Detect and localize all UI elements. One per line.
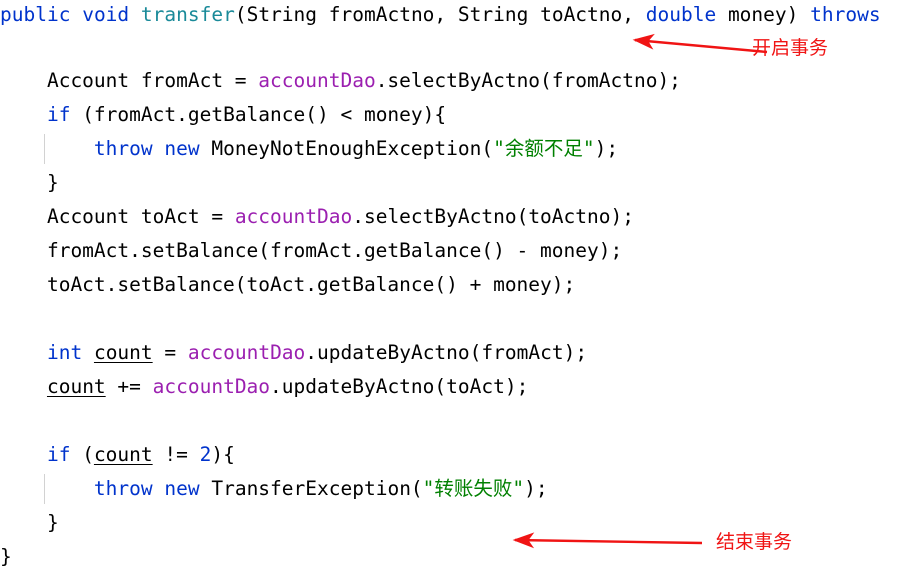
token-call-updatebyactno: .updateByActno(toAct);	[270, 375, 529, 398]
token-declaration-fromact: Account fromAct =	[0, 69, 259, 92]
token-call-selectbyactno: .selectByActno(fromActno);	[375, 69, 681, 92]
token-condition-balance: (fromAct.getBalance() < money){	[70, 103, 447, 126]
token-keyword-if: if	[46, 103, 71, 126]
token-field-accountdao: accountDao	[187, 341, 306, 364]
token-string-transfer-failed: "转账失败"	[422, 477, 525, 500]
token-parameter-list: (String fromActno, String toActno,	[234, 3, 646, 26]
token-exception-transfer: TransferException(	[199, 477, 423, 500]
token-keyword-double: double	[645, 3, 717, 26]
indent-guide-1	[44, 134, 45, 164]
code-editor-content[interactable]: public void transfer(String fromActno, S…	[0, 0, 905, 576]
code-line-5[interactable]: throw new MoneyNotEnoughException("余额不足"…	[0, 132, 905, 166]
token-assign: =	[152, 341, 188, 364]
token-not-equal: !=	[152, 443, 200, 466]
token-keyword-throw: throw	[93, 137, 153, 160]
token-statement-end: );	[524, 477, 548, 500]
token-local-variable-count: count	[93, 443, 153, 466]
end-transaction-arrow-icon	[512, 532, 703, 549]
token-keyword-new: new	[164, 137, 200, 160]
token-method-name-transfer: transfer	[140, 3, 235, 26]
token-keyword-int: int	[46, 341, 83, 364]
token-field-accountdao: accountDao	[234, 205, 353, 228]
code-line-1[interactable]: public void transfer(String fromActno, S…	[0, 0, 905, 30]
begin-transaction-label: 开启事务	[752, 37, 829, 59]
code-line-10-blank[interactable]	[0, 302, 905, 336]
token-string-insufficient-balance: "余额不足"	[493, 137, 595, 160]
code-line-7[interactable]: Account toAct = accountDao.selectByActno…	[0, 200, 905, 234]
token-keyword-new: new	[164, 477, 200, 500]
code-line-15[interactable]: throw new TransferException("转账失败");	[0, 472, 905, 506]
begin-transaction-arrow-icon	[632, 33, 768, 54]
token-space-2	[129, 3, 141, 26]
token-call-selectbyactno: .selectByActno(toActno);	[352, 205, 634, 228]
code-screenshot: public void transfer(String fromActno, S…	[0, 0, 905, 576]
token-statement-end: );	[594, 137, 619, 160]
token-plus-assign: +=	[105, 375, 153, 398]
token-keyword-void: void	[82, 3, 130, 26]
code-line-8[interactable]: fromAct.setBalance(fromAct.getBalance() …	[0, 234, 905, 268]
token-local-variable-count: count	[93, 341, 153, 364]
code-line-9[interactable]: toAct.setBalance(toAct.getBalance() + mo…	[0, 268, 905, 302]
token-keyword-throws: throws	[810, 3, 881, 26]
token-open-paren: (	[70, 443, 94, 466]
token-call-updatebyactno: .updateByActno(fromAct);	[305, 341, 588, 364]
token-declaration-toact: Account toAct =	[0, 205, 235, 228]
token-keyword-throw: throw	[93, 477, 153, 500]
token-number-two: 2	[199, 443, 212, 466]
code-line-4[interactable]: if (fromAct.getBalance() < money){	[0, 98, 905, 132]
token-field-accountdao: accountDao	[152, 375, 271, 398]
token-block-open: ){	[211, 443, 235, 466]
code-line-12[interactable]: count += accountDao.updateByActno(toAct)…	[0, 370, 905, 404]
code-line-6[interactable]: }	[0, 166, 905, 200]
code-line-3[interactable]: Account fromAct = accountDao.selectByAct…	[0, 64, 905, 98]
token-local-variable-count: count	[46, 375, 106, 398]
end-transaction-label: 结束事务	[716, 531, 793, 553]
token-keyword-public: public	[0, 3, 71, 26]
code-line-11[interactable]: int count = accountDao.updateByActno(fro…	[0, 336, 905, 370]
token-exception-moneynotenough: MoneyNotEnoughException(	[199, 137, 494, 160]
indent-guide-2	[44, 474, 45, 504]
token-space-1	[70, 3, 82, 26]
token-parameter-tail: money)	[716, 3, 811, 26]
code-line-13-blank[interactable]	[0, 404, 905, 438]
token-field-accountdao: accountDao	[258, 69, 376, 92]
code-line-14[interactable]: if (count != 2){	[0, 438, 905, 472]
token-keyword-if: if	[46, 443, 71, 466]
